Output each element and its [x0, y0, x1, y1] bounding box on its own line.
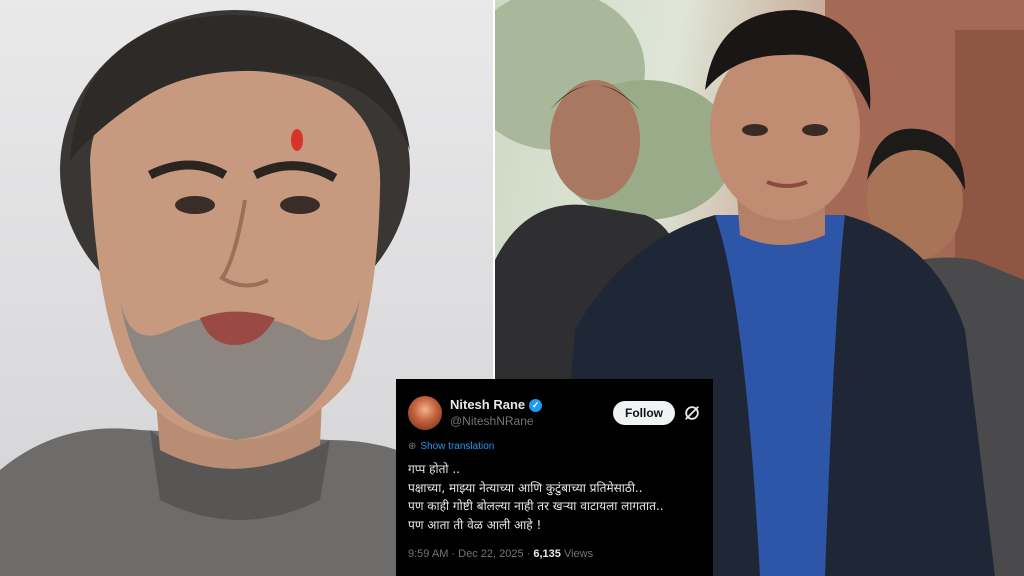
tweet-line: पक्षाच्या, माझ्या नेत्याच्या आणि कुटुंबा…: [408, 480, 643, 495]
tweet-header: Nitesh Rane ✓ @NiteshNRane Follow: [408, 391, 701, 435]
views-label: Views: [560, 548, 594, 561]
views-count: 6,135: [533, 548, 561, 561]
tweet-card: Nitesh Rane ✓ @NiteshNRane Follow ⊕ Show…: [396, 379, 713, 576]
show-translation-link[interactable]: ⊕ Show translation: [408, 441, 701, 452]
show-translation-label: Show translation: [420, 441, 495, 452]
tweet-line: पण काही गोष्टी बोलल्या नाही तर खऱ्या वाट…: [408, 499, 664, 514]
tweet-line: पण आता ती वेळ आली आहे !: [408, 517, 542, 532]
author-name[interactable]: Nitesh Rane: [450, 397, 525, 413]
follow-button[interactable]: Follow: [613, 401, 675, 425]
tweet-meta: 9:59 AM · Dec 22, 2025 · 6,135 Views: [408, 548, 701, 560]
tweet-line: गप्प होतो ..: [408, 462, 460, 476]
author-handle[interactable]: @NiteshNRane: [450, 414, 613, 429]
tweet-timestamp[interactable]: 9:59 AM · Dec 22, 2025 ·: [408, 548, 533, 560]
verified-badge-icon: ✓: [529, 399, 543, 412]
grok-icon[interactable]: [683, 404, 701, 422]
tweet-text: गप्प होतो .. पक्षाच्या, माझ्या नेत्याच्य…: [408, 460, 701, 534]
author-name-row: Nitesh Rane ✓: [450, 397, 613, 413]
globe-icon: ⊕: [408, 441, 417, 452]
avatar[interactable]: [408, 396, 442, 430]
tweet-author: Nitesh Rane ✓ @NiteshNRane: [450, 397, 613, 428]
